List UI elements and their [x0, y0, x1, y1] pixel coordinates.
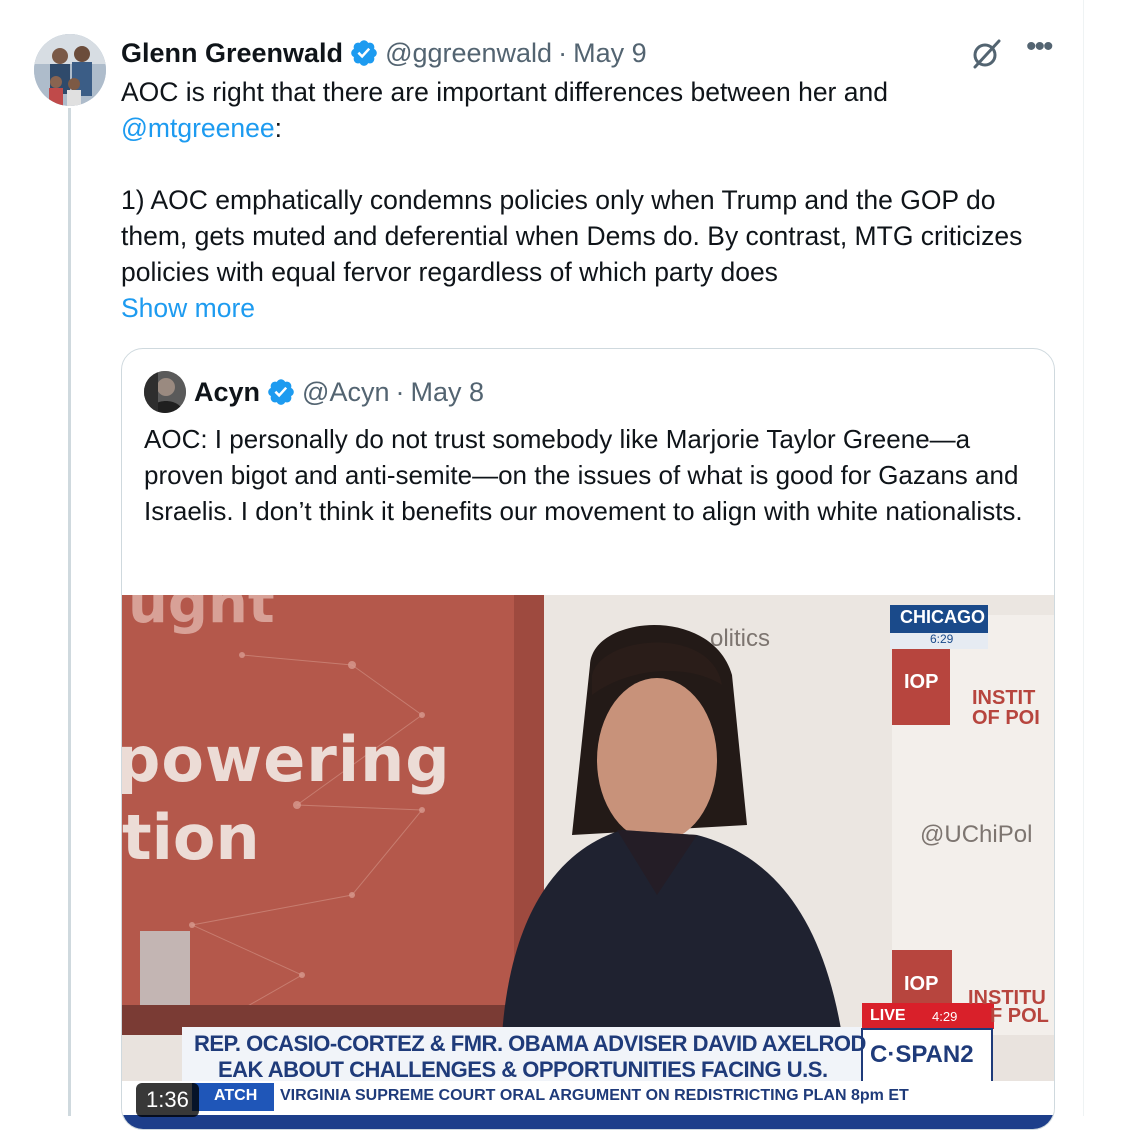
ticker-label: ATCH: [214, 1087, 258, 1104]
quoted-tweet-text: AOC: I personally do not trust somebody …: [144, 424, 1023, 526]
chyron-line-2: EAK ABOUT CHALLENGES & OPPORTUNITIES FAC…: [218, 1057, 828, 1082]
network-logo: C·SPAN2: [870, 1041, 974, 1068]
verified-badge-icon[interactable]: [266, 377, 296, 407]
chyron-line-1: REP. OCASIO-CORTEZ & FMR. OBAMA ADVISER …: [194, 1031, 866, 1056]
verified-badge-icon[interactable]: [349, 38, 379, 68]
avatar-photo-icon: [144, 371, 186, 413]
tweet-date[interactable]: May 9: [573, 38, 647, 69]
quoted-tweet-date[interactable]: May 8: [410, 377, 484, 408]
thread-connector-line: [68, 108, 71, 1116]
bg-text-powering: powering: [122, 723, 451, 796]
header-separator: ·: [558, 37, 568, 68]
network-city-time: 6:29: [930, 632, 954, 646]
tweet-paragraph-1: AOC is right that there are important di…: [121, 74, 1051, 146]
tweet-top-actions: •••: [970, 32, 1053, 70]
quoted-author-avatar[interactable]: [144, 371, 186, 413]
bg-text-tion: tion: [122, 801, 260, 874]
tweet-body: AOC is right that there are important di…: [121, 74, 1051, 290]
live-label: LIVE: [870, 1007, 906, 1024]
bg-text-uchipol: @UChiPol: [920, 821, 1033, 848]
video-duration-badge: 1:36: [136, 1083, 199, 1117]
bg-text-ught: ught: [128, 595, 275, 636]
institute-label-2: OF POI: [972, 707, 1040, 729]
video-player[interactable]: ught powering tion olitics @UChiPol IOP …: [122, 595, 1054, 1129]
grok-icon[interactable]: [970, 36, 1004, 70]
institute-label-4: F POL: [990, 1005, 1049, 1027]
tweet-paragraph-2: 1) AOC emphatically condemns policies on…: [121, 185, 1023, 287]
bg-text-politics: olitics: [710, 625, 771, 652]
tweet-text-line1: AOC is right that there are important di…: [121, 77, 888, 107]
author-name[interactable]: Glenn Greenwald: [121, 38, 343, 69]
network-city-label: CHICAGO: [900, 607, 985, 627]
ticker-text: VIRGINIA SUPREME COURT ORAL ARGUMENT ON …: [280, 1087, 909, 1104]
show-more-link[interactable]: Show more: [121, 290, 255, 326]
iop-label-bottom: IOP: [904, 973, 939, 995]
mention-link[interactable]: @mtgreenee: [121, 113, 275, 143]
quoted-tweet-card[interactable]: Acyn @Acyn · May 8 AOC: I personally do …: [121, 348, 1055, 1130]
mention-suffix: :: [274, 113, 282, 143]
more-options-icon[interactable]: •••: [1026, 32, 1053, 62]
quoted-tweet-header: Acyn @Acyn · May 8: [194, 373, 484, 411]
quoted-header-separator: ·: [395, 376, 405, 407]
quoted-author-name[interactable]: Acyn: [194, 377, 260, 408]
author-handle[interactable]: @ggreenwald: [385, 38, 552, 69]
live-time: 4:29: [932, 1009, 958, 1024]
iop-label-top: IOP: [904, 671, 939, 693]
author-avatar[interactable]: [34, 34, 106, 106]
avatar-photo-icon: [34, 34, 106, 106]
quoted-author-handle[interactable]: @Acyn: [302, 377, 389, 408]
tweet-header: Glenn Greenwald @ggreenwald · May 9: [121, 36, 647, 70]
column-divider: [1083, 0, 1084, 1116]
